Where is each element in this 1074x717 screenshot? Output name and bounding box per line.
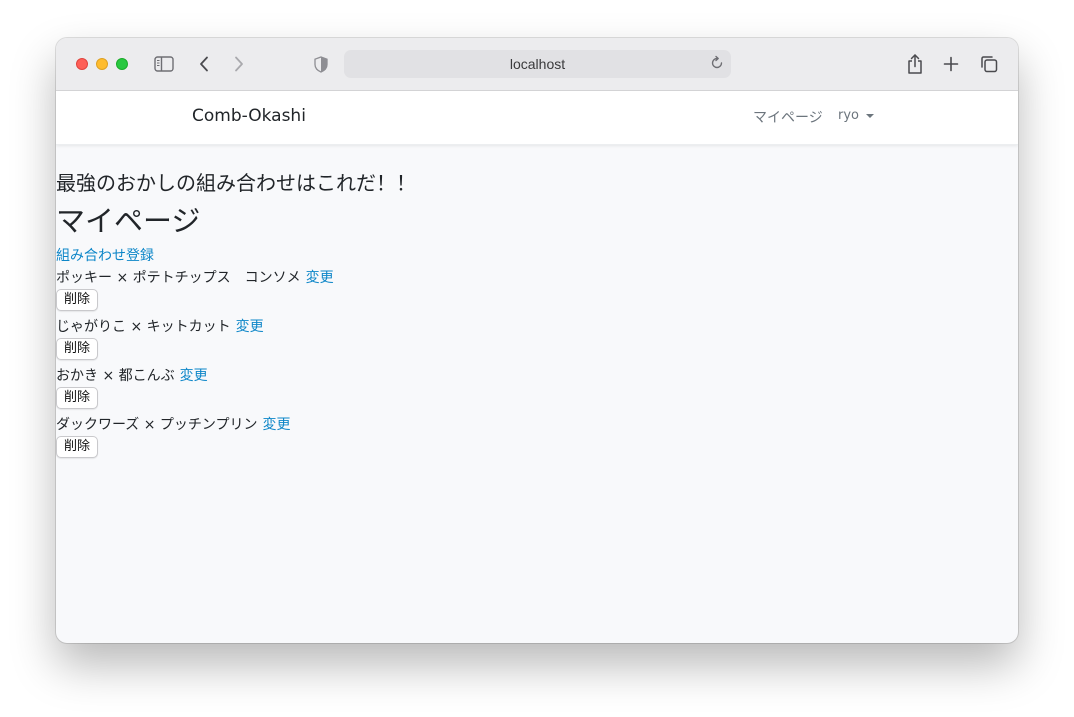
site-navbar: Comb-Okashi マイページ ryo (56, 91, 1018, 145)
edit-link[interactable]: 変更 (180, 368, 208, 384)
plus-icon[interactable] (941, 54, 961, 74)
user-dropdown[interactable]: ryo (838, 108, 874, 123)
edit-link[interactable]: 変更 (263, 417, 291, 433)
lead-heading: 最強のおかしの組み合わせはこれだ！！ (56, 171, 416, 195)
combination-text: おかき × 都こんぶ (56, 368, 175, 384)
combination-text: ダックワーズ × プッチンプリン (56, 417, 258, 433)
chevron-right-icon[interactable] (230, 54, 248, 74)
minimize-window-button[interactable] (96, 58, 108, 70)
close-window-button[interactable] (76, 58, 88, 70)
combination-item: ダックワーズ × プッチンプリン 変更 (56, 414, 291, 434)
page-title: マイページ (56, 204, 201, 238)
combination-item: ポッキー × ポテトチップス コンソメ 変更 (56, 267, 334, 287)
caret-down-icon (866, 113, 874, 118)
shield-icon[interactable] (312, 54, 330, 74)
combination-item: おかき × 都こんぶ 変更 (56, 365, 208, 385)
reload-icon[interactable] (709, 55, 725, 75)
delete-button[interactable]: 削除 (56, 289, 99, 311)
edit-link[interactable]: 変更 (306, 270, 334, 286)
url-text: localhost (509, 56, 566, 72)
delete-button[interactable]: 削除 (56, 338, 99, 360)
brand-link[interactable]: Comb-Okashi (192, 106, 306, 126)
user-name: ryo (838, 108, 859, 123)
zoom-window-button[interactable] (116, 58, 128, 70)
tabs-overview-icon[interactable] (979, 54, 999, 74)
address-bar[interactable]: localhost (344, 50, 731, 78)
register-combination-link[interactable]: 組み合わせ登録 (56, 245, 154, 265)
combination-item: じゃがりこ × キットカット 変更 (56, 316, 264, 336)
combination-text: ポッキー × ポテトチップス コンソメ (56, 270, 301, 286)
share-icon[interactable] (905, 52, 925, 76)
edit-link[interactable]: 変更 (236, 319, 264, 335)
browser-toolbar: localhost (56, 38, 1018, 91)
nav-mypage-link[interactable]: マイページ (753, 107, 823, 127)
delete-button[interactable]: 削除 (56, 436, 99, 458)
browser-window: localhost Comb-Okashi マイページ ryo 最強のおかしの組… (56, 38, 1018, 643)
combination-text: じゃがりこ × キットカット (56, 319, 231, 335)
sidebar-icon[interactable] (153, 54, 175, 74)
chevron-left-icon[interactable] (195, 54, 213, 74)
delete-button[interactable]: 削除 (56, 387, 99, 409)
